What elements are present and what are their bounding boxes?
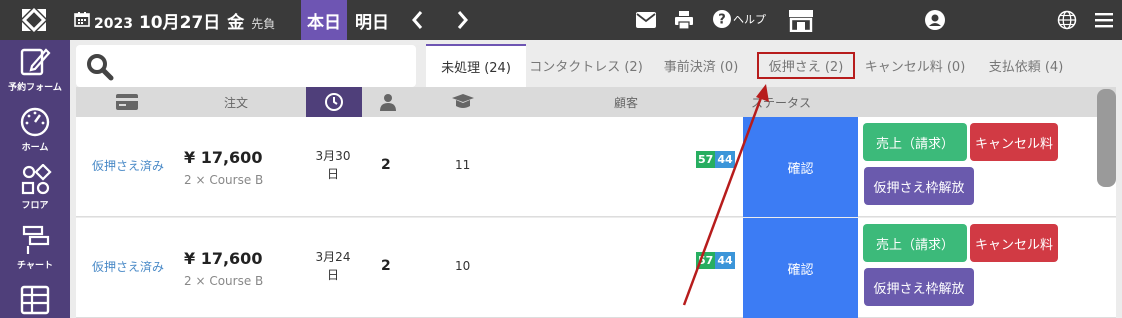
reservation-date-day-suffix: 日 bbox=[326, 167, 339, 181]
sales-invoice-button[interactable]: 売上（請求） bbox=[863, 123, 967, 161]
chevron-left-icon[interactable] bbox=[408, 9, 428, 31]
search-input[interactable] bbox=[76, 45, 416, 87]
filter-tabs: 未処理 (24) コンタクトレス (2) 事前決済 (0) 仮押さえ (2) キ… bbox=[426, 44, 1078, 87]
cancellation-fee-button[interactable]: キャンセル料 bbox=[970, 123, 1058, 161]
date-rokuyo: 先負 bbox=[251, 17, 276, 31]
tomorrow-button[interactable]: 明日 bbox=[349, 0, 395, 40]
reservation-date-day-suffix: 日 bbox=[326, 268, 339, 282]
sidebar-item-label: ホーム bbox=[21, 143, 49, 153]
tab-label: 支払依頼 (4) bbox=[988, 60, 1064, 75]
table-number: 11 bbox=[455, 158, 471, 172]
reservation-status-link[interactable]: 仮押さえ済み bbox=[92, 157, 164, 174]
date-month-day: 10月27日 bbox=[138, 13, 221, 33]
payment-column-header[interactable] bbox=[102, 87, 152, 117]
tab-label: キャンセル料 (0) bbox=[864, 60, 966, 75]
customer-badge-blue: 44 bbox=[715, 151, 735, 168]
today-button[interactable]: 本日 bbox=[301, 0, 347, 40]
date-weekday: 金 bbox=[227, 13, 245, 33]
search-icon bbox=[87, 54, 114, 81]
mail-icon[interactable] bbox=[636, 12, 656, 28]
status-column-header[interactable]: ステータス bbox=[736, 87, 826, 117]
order-column-header[interactable]: 注文 bbox=[211, 87, 261, 117]
reservation-status-link[interactable]: 仮押さえ済み bbox=[92, 258, 164, 275]
help-link[interactable]: ? ヘルプ bbox=[713, 10, 766, 28]
calendar-icon[interactable] bbox=[74, 11, 90, 27]
globe-icon[interactable] bbox=[1057, 10, 1077, 30]
print-icon[interactable] bbox=[674, 10, 694, 30]
hamburger-menu-icon[interactable] bbox=[1095, 11, 1113, 29]
person-icon bbox=[380, 94, 396, 111]
chart-gantt-icon bbox=[22, 225, 50, 254]
sidebar-item-reservation-form[interactable]: 予約フォーム bbox=[0, 46, 70, 93]
user-account-icon[interactable] bbox=[925, 10, 945, 30]
sidebar-item-chart[interactable]: チャート bbox=[0, 224, 70, 271]
order-price: ¥ 17,600 bbox=[184, 249, 263, 268]
party-size: 2 bbox=[381, 157, 391, 173]
tab-cancellation-fee[interactable]: キャンセル料 (0) bbox=[856, 44, 974, 87]
tab-label: コンタクトレス (2) bbox=[529, 60, 643, 75]
floor-shapes-icon bbox=[21, 164, 52, 195]
reservation-date: 3月24 日 bbox=[308, 248, 358, 284]
sidebar-item-label: 予約フォーム bbox=[8, 83, 62, 93]
people-column-header[interactable] bbox=[373, 87, 403, 117]
reservation-date-month-day: 3月30 bbox=[315, 149, 351, 163]
svg-text:?: ? bbox=[718, 13, 726, 28]
tab-tentative-hold[interactable]: 仮押さえ (2) bbox=[756, 44, 856, 87]
table-column-header[interactable] bbox=[448, 87, 478, 117]
scrollbar-thumb[interactable] bbox=[1097, 89, 1116, 187]
tab-prepaid[interactable]: 事前決済 (0) bbox=[646, 44, 756, 87]
help-label: ヘルプ bbox=[733, 13, 766, 26]
table-row: 仮押さえ済み ¥ 17,600 2 × Course B 3月30 日 2 11… bbox=[76, 117, 1116, 217]
table-grid-icon bbox=[20, 285, 50, 315]
customer-badge-blue: 44 bbox=[715, 252, 735, 269]
table-seat-icon bbox=[452, 94, 474, 108]
release-hold-button[interactable]: 仮押さえ枠解放 bbox=[864, 167, 974, 205]
date-year: 2023 bbox=[94, 16, 133, 32]
sidebar-item-table[interactable] bbox=[0, 284, 70, 316]
app-logo-icon[interactable] bbox=[18, 5, 50, 35]
current-date[interactable]: 2023 10月27日 金 先負 bbox=[94, 8, 275, 33]
chevron-right-icon[interactable] bbox=[452, 9, 472, 31]
tab-unprocessed[interactable]: 未処理 (24) bbox=[426, 44, 526, 87]
cancellation-fee-button[interactable]: キャンセル料 bbox=[970, 224, 1058, 262]
customer-badges: 57 44 bbox=[696, 151, 735, 168]
sidebar-item-label: チャート bbox=[17, 261, 53, 271]
clock-icon bbox=[325, 93, 343, 111]
reservation-date: 3月30 日 bbox=[308, 147, 358, 183]
tab-contactless[interactable]: コンタクトレス (2) bbox=[526, 44, 646, 87]
tab-label: 仮押さえ (2) bbox=[756, 52, 856, 79]
confirm-status-button[interactable]: 確認 bbox=[743, 218, 858, 318]
table-row: 仮押さえ済み ¥ 17,600 2 × Course B 3月24 日 2 10… bbox=[76, 218, 1116, 318]
confirm-status-button[interactable]: 確認 bbox=[743, 117, 858, 217]
table-header: 注文 顧客 ステータス bbox=[76, 87, 1116, 117]
customer-badge-green: 57 bbox=[696, 252, 716, 269]
order-course: 2 × Course B bbox=[184, 274, 264, 288]
order-price: ¥ 17,600 bbox=[184, 148, 263, 167]
tab-label: 未処理 (24) bbox=[441, 61, 511, 76]
release-hold-button[interactable]: 仮押さえ枠解放 bbox=[864, 268, 974, 306]
order-course: 2 × Course B bbox=[184, 173, 264, 187]
time-column-header[interactable] bbox=[306, 87, 362, 117]
customer-badges: 57 44 bbox=[696, 252, 735, 269]
sidebar: 予約フォーム ホーム フロア チャート bbox=[0, 40, 70, 318]
customer-badge-green: 57 bbox=[696, 151, 716, 168]
dashboard-gauge-icon bbox=[20, 107, 50, 137]
sales-invoice-button[interactable]: 売上（請求） bbox=[863, 224, 967, 262]
question-circle-icon: ? bbox=[713, 10, 731, 28]
store-icon[interactable] bbox=[788, 8, 814, 32]
edit-form-icon bbox=[20, 48, 51, 76]
top-bar: 2023 10月27日 金 先負 本日 明日 ? ヘルプ bbox=[0, 0, 1122, 40]
sidebar-item-home[interactable]: ホーム bbox=[0, 106, 70, 153]
tab-payment-request[interactable]: 支払依頼 (4) bbox=[974, 44, 1078, 87]
table-number: 10 bbox=[455, 259, 471, 273]
customer-column-header[interactable]: 顧客 bbox=[596, 87, 656, 117]
sidebar-item-floor[interactable]: フロア bbox=[0, 164, 70, 211]
party-size: 2 bbox=[381, 258, 391, 274]
reservation-date-month-day: 3月24 bbox=[315, 250, 351, 264]
tab-label: 事前決済 (0) bbox=[663, 60, 739, 75]
credit-card-icon bbox=[116, 94, 138, 110]
sidebar-item-label: フロア bbox=[21, 201, 49, 211]
